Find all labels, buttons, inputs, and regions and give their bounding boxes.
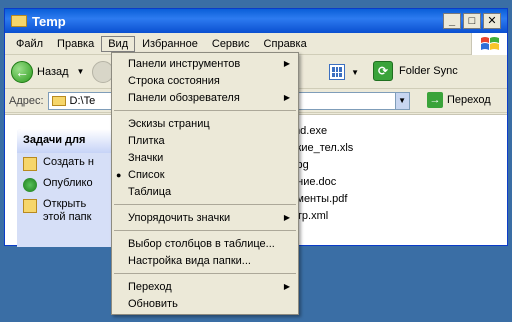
- menu-item-details[interactable]: Таблица: [112, 183, 298, 200]
- menu-item-explorer-bars[interactable]: Панели обозревателя ▶: [112, 89, 298, 106]
- menu-item-go-to[interactable]: Переход ▶: [112, 278, 298, 295]
- new-folder-icon: [23, 157, 37, 171]
- submenu-arrow-icon: ▶: [283, 93, 290, 102]
- address-value: D:\Te: [69, 94, 96, 107]
- menu-item-choose-columns[interactable]: Выбор столбцов в таблице...: [112, 235, 298, 252]
- share-folder-icon: [23, 199, 37, 213]
- window-controls: _ □ ✕: [443, 13, 501, 29]
- file-item[interactable]: ские_тел.xls: [291, 140, 353, 157]
- file-item[interactable]: отр.xml: [291, 208, 353, 225]
- folder-icon: [51, 95, 66, 106]
- menu-help[interactable]: Справка: [257, 36, 314, 52]
- task-label: Открыть этой папк: [43, 198, 92, 223]
- view-dropdown-menu: Панели инструментов ▶ Строка состояния П…: [111, 52, 299, 315]
- menu-item-label: Выбор столбцов в таблице...: [128, 237, 275, 250]
- menu-item-label: Список: [128, 168, 165, 181]
- views-dropdown-icon: ▼: [351, 67, 359, 77]
- task-create-folder[interactable]: Создать н: [17, 153, 117, 174]
- menu-item-label: Обновить: [128, 297, 178, 310]
- submenu-arrow-icon: ▶: [283, 282, 290, 291]
- task-share-folder[interactable]: Открыть этой папк: [17, 195, 117, 227]
- menu-tools[interactable]: Сервис: [205, 36, 257, 52]
- back-label: Назад: [37, 65, 69, 78]
- maximize-button[interactable]: □: [463, 13, 481, 29]
- menu-item-refresh[interactable]: Обновить: [112, 295, 298, 312]
- menu-item-list[interactable]: ● Список: [112, 166, 298, 183]
- task-publish-web[interactable]: Опублико: [17, 174, 117, 195]
- menu-item-icons[interactable]: Значки: [112, 149, 298, 166]
- task-pane-header[interactable]: Задачи для: [17, 129, 117, 153]
- radio-bullet-icon: ●: [116, 169, 122, 180]
- menu-item-label: Панели инструментов: [128, 57, 241, 70]
- task-pane: Задачи для Создать н Опублико Открыть эт…: [17, 129, 117, 247]
- task-label: Создать н: [43, 156, 94, 168]
- menu-favorites[interactable]: Избранное: [135, 36, 205, 52]
- title-bar[interactable]: Temp _ □ ✕: [5, 9, 507, 33]
- folder-sync-button[interactable]: ⟳ Folder Sync: [373, 61, 458, 81]
- views-button[interactable]: ▼: [325, 61, 359, 83]
- folder-icon: [11, 15, 27, 27]
- views-grid-icon: [329, 64, 346, 80]
- menu-separator: [114, 230, 296, 231]
- menu-separator: [114, 273, 296, 274]
- file-item[interactable]: ение.doc: [291, 174, 353, 191]
- submenu-arrow-icon: ▶: [283, 59, 290, 68]
- menu-item-customize-folder[interactable]: Настройка вида папки...: [112, 252, 298, 269]
- window-title: Temp: [32, 13, 66, 29]
- menu-item-label: Переход: [128, 280, 172, 293]
- menu-item-label: Панели обозревателя: [128, 91, 240, 104]
- go-button[interactable]: → Переход: [427, 92, 491, 108]
- folder-sync-label: Folder Sync: [399, 65, 458, 77]
- back-button[interactable]: ← Назад ▼: [11, 60, 85, 83]
- menu-edit[interactable]: Правка: [50, 36, 101, 52]
- sync-icon: ⟳: [373, 61, 393, 81]
- menu-item-label: Упорядочить значки: [128, 211, 231, 224]
- menu-item-label: Эскизы страниц: [128, 117, 210, 130]
- menu-item-label: Настройка вида папки...: [128, 254, 251, 267]
- menu-separator: [114, 204, 296, 205]
- menu-item-status-bar[interactable]: Строка состояния: [112, 72, 298, 89]
- task-label: Опублико: [43, 177, 93, 189]
- windows-logo-icon: [471, 33, 507, 55]
- address-label: Адрес:: [9, 94, 44, 107]
- file-item[interactable]: ументы.pdf: [291, 191, 353, 208]
- publish-web-icon: [23, 178, 37, 192]
- menu-item-tiles[interactable]: Плитка: [112, 132, 298, 149]
- menu-item-toolbars[interactable]: Панели инструментов ▶: [112, 55, 298, 72]
- file-item[interactable]: .jpg: [291, 157, 353, 174]
- menu-item-label: Таблица: [128, 185, 172, 198]
- address-dropdown-icon[interactable]: ▼: [394, 92, 409, 109]
- submenu-arrow-icon: ▶: [283, 213, 290, 222]
- menu-view[interactable]: Вид: [101, 35, 136, 52]
- file-item[interactable]: md.exe: [291, 123, 353, 140]
- menu-item-arrange-icons[interactable]: Упорядочить значки ▶: [112, 209, 298, 226]
- menu-item-label: Плитка: [128, 134, 165, 147]
- close-button[interactable]: ✕: [483, 13, 501, 29]
- back-dropdown-icon[interactable]: ▼: [77, 67, 85, 76]
- menu-file[interactable]: Файл: [9, 36, 50, 52]
- go-arrow-icon: →: [427, 92, 443, 108]
- minimize-button[interactable]: _: [443, 13, 461, 29]
- menu-separator: [114, 110, 296, 111]
- menu-item-label: Строка состояния: [128, 74, 220, 87]
- back-arrow-icon: ←: [11, 60, 33, 83]
- go-label: Переход: [447, 94, 491, 106]
- menu-item-thumbnails[interactable]: Эскизы страниц: [112, 115, 298, 132]
- file-list: md.exe ские_тел.xls .jpg ение.doc ументы…: [291, 123, 353, 225]
- menu-item-label: Значки: [128, 151, 164, 164]
